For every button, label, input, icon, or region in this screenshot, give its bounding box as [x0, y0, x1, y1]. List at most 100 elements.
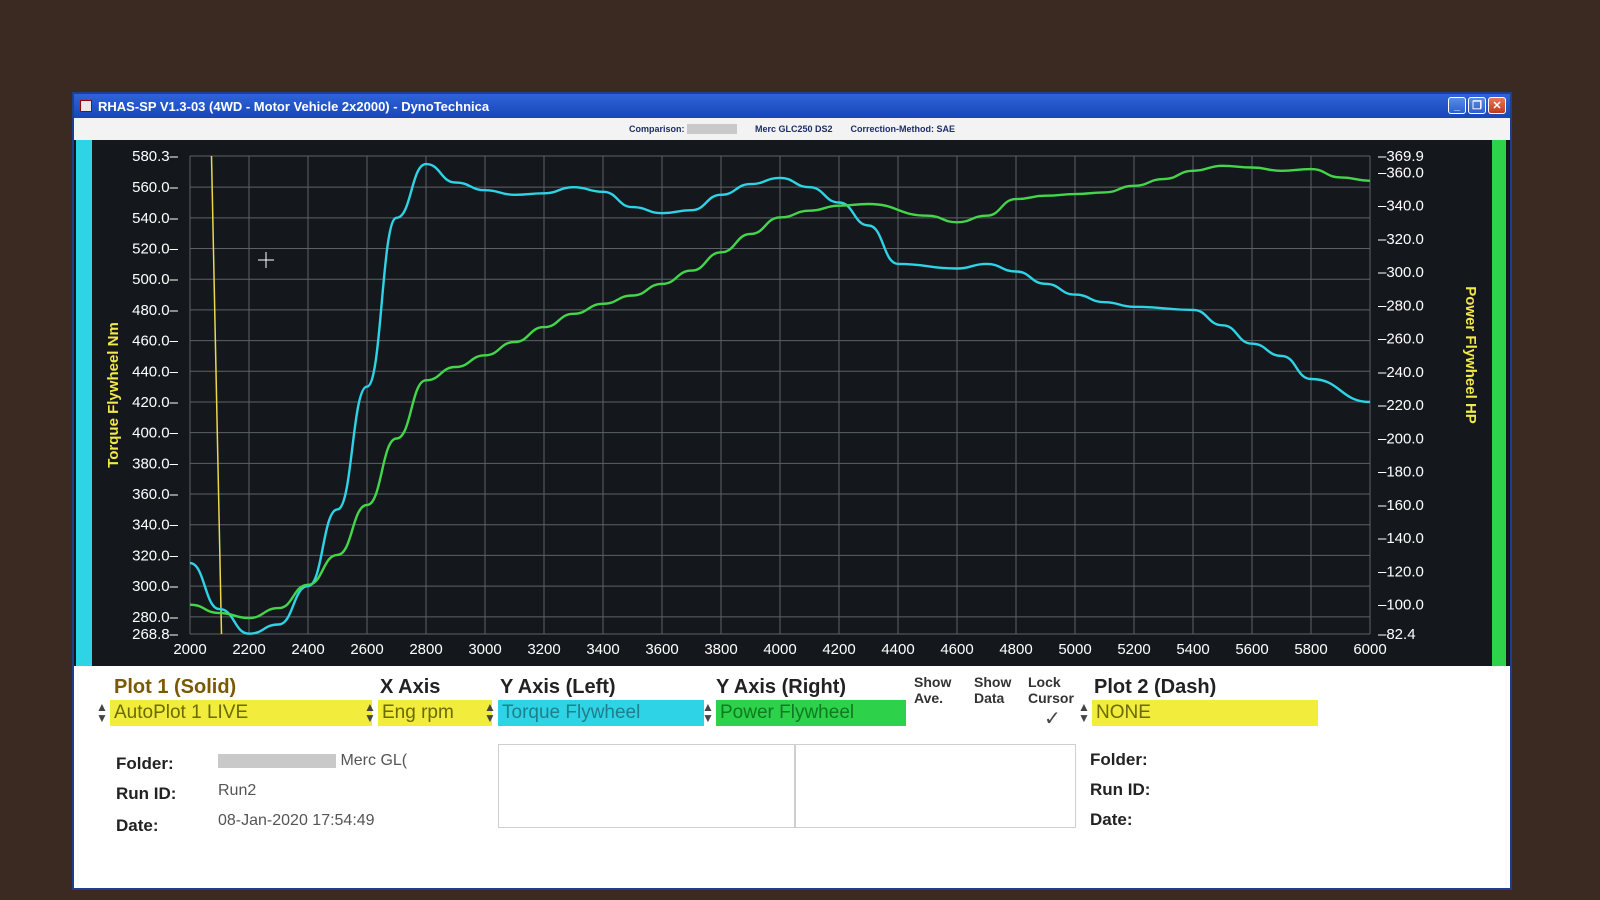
- yright-select[interactable]: Power Flywheel: [716, 700, 906, 726]
- restore-button[interactable]: ❐: [1468, 97, 1486, 114]
- x-tick-label: 3000: [468, 641, 501, 658]
- y-right-tick-label: –120.0: [1378, 563, 1424, 580]
- x-tick-label: 3600: [645, 641, 678, 658]
- y-right-tick-label: –160.0: [1378, 497, 1424, 514]
- window-controls: _ ❐ ✕: [1448, 97, 1506, 114]
- y-right-tick-label: –180.0: [1378, 464, 1424, 481]
- y-left-tick-label: 500.0–: [132, 271, 179, 288]
- plot1-select[interactable]: AutoPlot 1 LIVE: [110, 700, 372, 726]
- left-axis-strip: [76, 140, 92, 666]
- notes-box-right[interactable]: [794, 744, 1076, 828]
- plot1-header: Plot 1 (Solid): [114, 676, 237, 698]
- chart-background: [74, 140, 1510, 666]
- y-right-axis-title: Power Flywheel HP: [1462, 286, 1479, 424]
- x-tick-label: 2800: [409, 641, 442, 658]
- show-data-header: Show Data: [974, 674, 1012, 706]
- correction-method: Correction-Method: SAE: [850, 124, 956, 134]
- x-tick-label: 2600: [350, 641, 383, 658]
- notes-box-left[interactable]: [498, 744, 796, 828]
- y-right-tick-label: –280.0: [1378, 297, 1424, 314]
- y-right-tick-label: –260.0: [1378, 331, 1424, 348]
- x-tick-label: 3400: [586, 641, 619, 658]
- x-tick-label: 6000: [1353, 641, 1386, 658]
- lock-cursor-checkbox[interactable]: ✓: [1044, 706, 1061, 731]
- plot1-spinner[interactable]: ▲ ▼: [96, 701, 108, 724]
- minimize-button[interactable]: _: [1448, 97, 1466, 114]
- y-left-tick-label: 268.8–: [132, 626, 179, 643]
- y-right-tick-label: –340.0: [1378, 198, 1424, 215]
- xaxis-select[interactable]: Eng rpm: [378, 700, 492, 726]
- y-left-tick-label: 540.0–: [132, 210, 179, 227]
- title-bar[interactable]: RHAS-SP V1.3-03 (4WD - Motor Vehicle 2x2…: [74, 94, 1510, 118]
- x-tick-label: 5200: [1117, 641, 1150, 658]
- y-right-tick-label: –220.0: [1378, 397, 1424, 414]
- plot1-date-value: 08-Jan-2020 17:54:49: [218, 812, 375, 829]
- app-icon: [80, 100, 92, 112]
- y-right-tick-label: –140.0: [1378, 530, 1424, 547]
- y-left-tick-label: 280.0–: [132, 609, 179, 626]
- run-info-bar: Comparison: Merc GLC250 DS2 Correction-M…: [74, 118, 1510, 140]
- close-button[interactable]: ✕: [1488, 97, 1506, 114]
- y-left-tick-label: 320.0–: [132, 547, 179, 564]
- plot1-runid-label: Run ID:: [116, 784, 177, 803]
- control-panel: Plot 1 (Solid) X Axis Y Axis (Left) Y Ax…: [94, 666, 1494, 888]
- x-tick-label: 2200: [232, 641, 265, 658]
- y-left-tick-label: 300.0–: [132, 578, 179, 595]
- xaxis-spinner[interactable]: ▲ ▼: [364, 701, 376, 724]
- right-axis-strip: [1492, 140, 1506, 666]
- x-tick-label: 4000: [763, 641, 796, 658]
- x-tick-label: 5600: [1235, 641, 1268, 658]
- vehicle-name: Merc GLC250 DS2: [754, 124, 833, 134]
- xaxis-header: X Axis: [380, 676, 441, 698]
- x-tick-label: 3800: [704, 641, 737, 658]
- dyno-window: RHAS-SP V1.3-03 (4WD - Motor Vehicle 2x2…: [72, 92, 1512, 890]
- x-tick-label: 4200: [822, 641, 855, 658]
- y-left-tick-label: 580.3–: [132, 148, 179, 165]
- y-left-tick-label: 420.0–: [132, 394, 179, 411]
- x-tick-label: 5000: [1058, 641, 1091, 658]
- y-left-tick-label: 560.0–: [132, 179, 179, 196]
- plot1-folder-label: Folder:: [116, 754, 174, 773]
- comparison-label: Comparison:: [629, 124, 737, 135]
- y-left-axis-title: Torque Flywheel Nm: [105, 322, 122, 468]
- plot1-folder-value: Merc GL(: [218, 752, 407, 770]
- yleft-select[interactable]: Torque Flywheel: [498, 700, 704, 726]
- y-left-tick-label: 380.0–: [132, 455, 179, 472]
- yleft-header: Y Axis (Left): [500, 676, 616, 698]
- dyno-chart[interactable]: 580.3– 560.0– 540.0– 520.0– 500.0– 480.0– 460.…: [74, 140, 1510, 666]
- window-title: RHAS-SP V1.3-03 (4WD - Motor Vehicle 2x2…: [98, 98, 490, 114]
- plot2-runid-label: Run ID:: [1090, 780, 1151, 799]
- yright-spinner[interactable]: ▲ ▼: [702, 701, 714, 724]
- plot1-runid-value: Run2: [218, 782, 257, 799]
- plot2-header: Plot 2 (Dash): [1094, 676, 1217, 698]
- x-tick-label: 4600: [940, 641, 973, 658]
- x-tick-label: 4800: [999, 641, 1032, 658]
- y-left-tick-label: 360.0–: [132, 486, 179, 503]
- y-right-tick-label: –360.0: [1378, 164, 1424, 181]
- y-left-tick-label: 520.0–: [132, 241, 179, 258]
- yleft-spinner[interactable]: ▲ ▼: [484, 701, 496, 724]
- y-right-tick-label: –369.9: [1378, 148, 1424, 165]
- x-tick-label: 5400: [1176, 641, 1209, 658]
- y-left-tick-label: 340.0–: [132, 517, 179, 534]
- x-tick-label: 5800: [1294, 641, 1327, 658]
- plot2-folder-label: Folder:: [1090, 750, 1148, 769]
- x-tick-label: 3200: [527, 641, 560, 658]
- y-right-tick-label: –100.0: [1378, 597, 1424, 614]
- y-right-tick-label: –300.0: [1378, 264, 1424, 281]
- x-tick-label: 2000: [173, 641, 206, 658]
- redacted-block: [686, 124, 737, 135]
- plot2-date-label: Date:: [1090, 810, 1133, 829]
- x-tick-label: 2400: [291, 641, 324, 658]
- redacted-folder: [218, 753, 336, 768]
- x-tick-label: 4400: [881, 641, 914, 658]
- y-left-tick-label: 400.0–: [132, 425, 179, 442]
- y-left-tick-label: 480.0–: [132, 302, 179, 319]
- show-ave-header: Show Ave.: [914, 674, 952, 706]
- y-left-tick-label: 460.0–: [132, 333, 179, 350]
- y-right-tick-label: –200.0: [1378, 430, 1424, 447]
- plot2-spinner[interactable]: ▲ ▼: [1078, 701, 1090, 724]
- plot2-select[interactable]: NONE: [1092, 700, 1318, 726]
- y-left-tick-label: 440.0–: [132, 363, 179, 380]
- y-right-tick-label: –240.0: [1378, 364, 1424, 381]
